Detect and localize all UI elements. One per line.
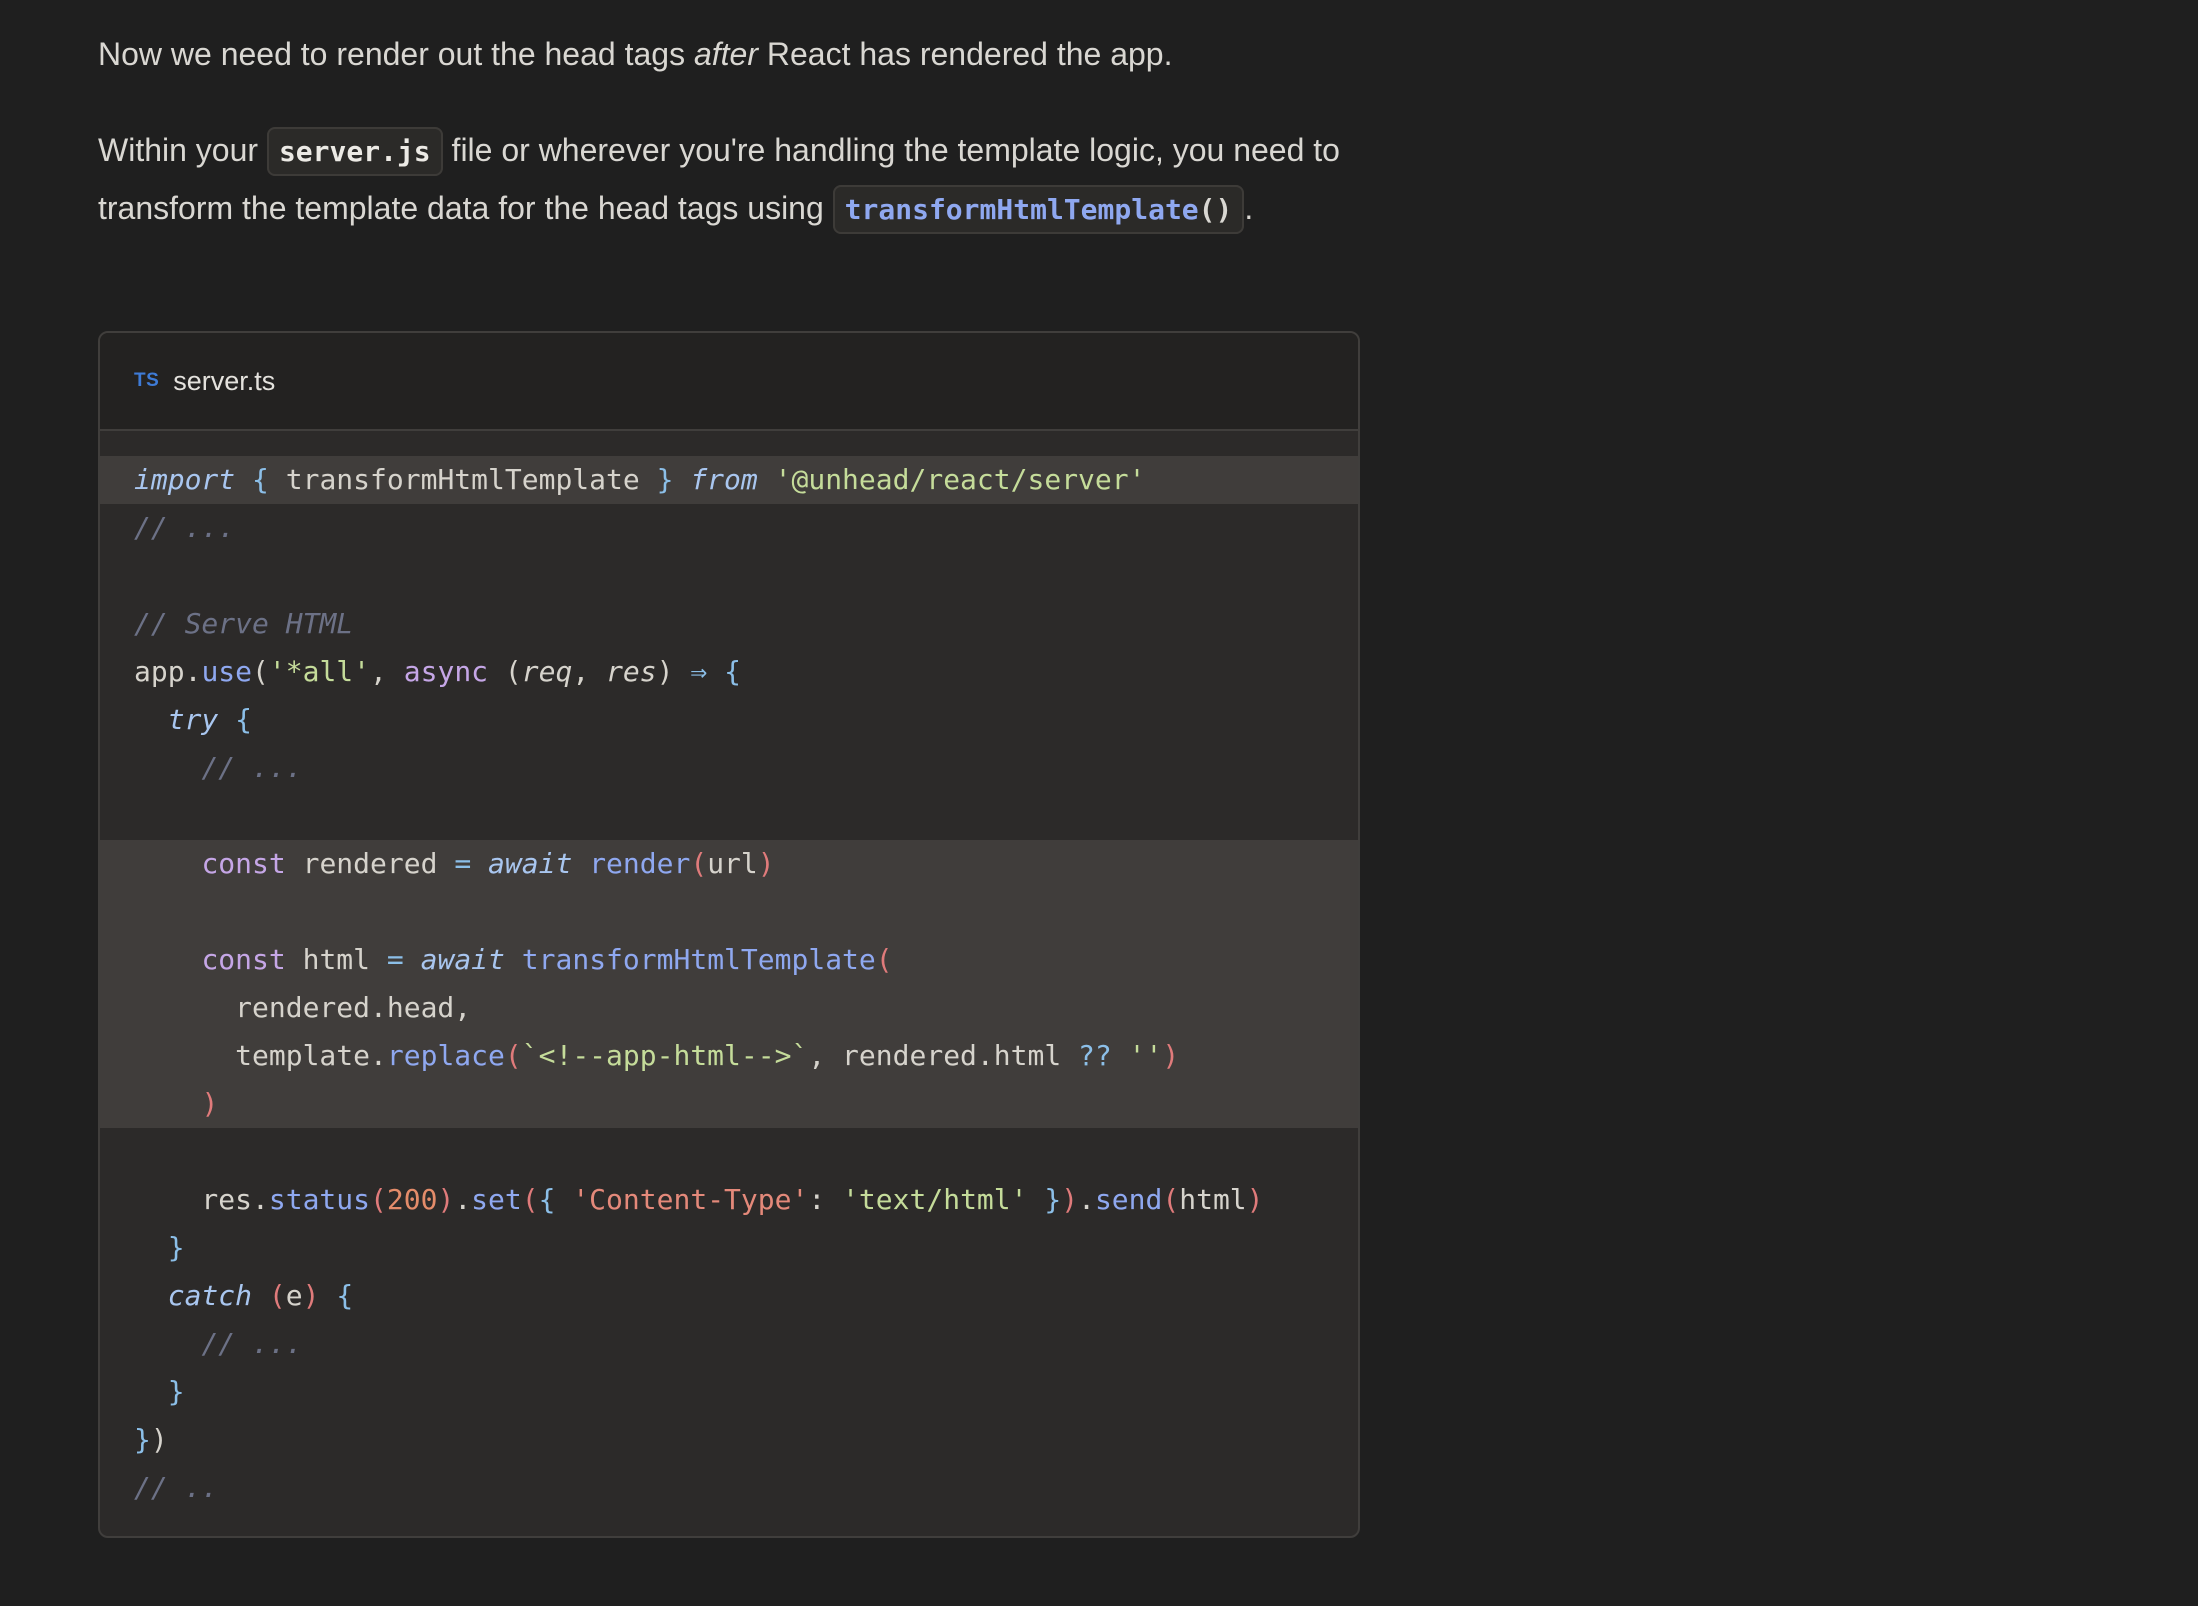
emphasis-text: after xyxy=(693,36,758,72)
code-line: // ... xyxy=(201,1327,303,1360)
text: React has rendered the app. xyxy=(757,36,1173,72)
code-line: catch (e) { xyxy=(167,1279,354,1312)
code-line: } xyxy=(167,1231,185,1264)
code-line xyxy=(100,888,1358,936)
typescript-icon: TS xyxy=(134,370,160,391)
code-line: // .. xyxy=(134,1471,219,1504)
code-parens: () xyxy=(1198,193,1233,226)
code-line: const rendered = await render(url) xyxy=(100,840,1358,888)
code-body[interactable]: import { transformHtmlTemplate } from '@… xyxy=(100,431,1358,1512)
code-line: // Serve HTML xyxy=(134,607,354,640)
text: Now we need to render out the head tags xyxy=(98,36,694,72)
code-line: rendered.head, xyxy=(100,984,1358,1032)
code-line: app.use('*all', async (req, res) ⇒ { xyxy=(134,655,741,688)
code-function-name: transformHtmlTemplate xyxy=(844,193,1199,226)
code-line: try { xyxy=(167,703,253,736)
instruction-paragraph: Within your server.js file or wherever y… xyxy=(98,122,1358,238)
code-line: ) xyxy=(100,1080,1358,1128)
code-line: res.status(200).set({ 'Content-Type': 't… xyxy=(134,1183,1264,1216)
inline-code-transform-html-template[interactable]: transformHtmlTemplate() xyxy=(832,185,1245,234)
code-line: const html = await transformHtmlTemplate… xyxy=(100,936,1358,984)
code-line: } xyxy=(167,1375,185,1408)
code-filename: server.ts xyxy=(173,365,276,396)
code-line: template.replace(`<!--app-html-->`, rend… xyxy=(100,1032,1358,1080)
inline-code-server-js: server.js xyxy=(266,127,443,176)
text: Within your xyxy=(98,132,267,168)
code-line: // ... xyxy=(201,751,303,784)
text: . xyxy=(1244,190,1254,226)
code-block-header: TS server.ts xyxy=(100,333,1358,431)
intro-paragraph: Now we need to render out the head tags … xyxy=(98,26,1172,82)
code-line: }) xyxy=(134,1423,168,1456)
code-line: // ... xyxy=(134,511,236,544)
code-block: TS server.ts import { transformHtmlTempl… xyxy=(98,331,1360,1538)
code-line: import { transformHtmlTemplate } from '@… xyxy=(100,456,1358,504)
